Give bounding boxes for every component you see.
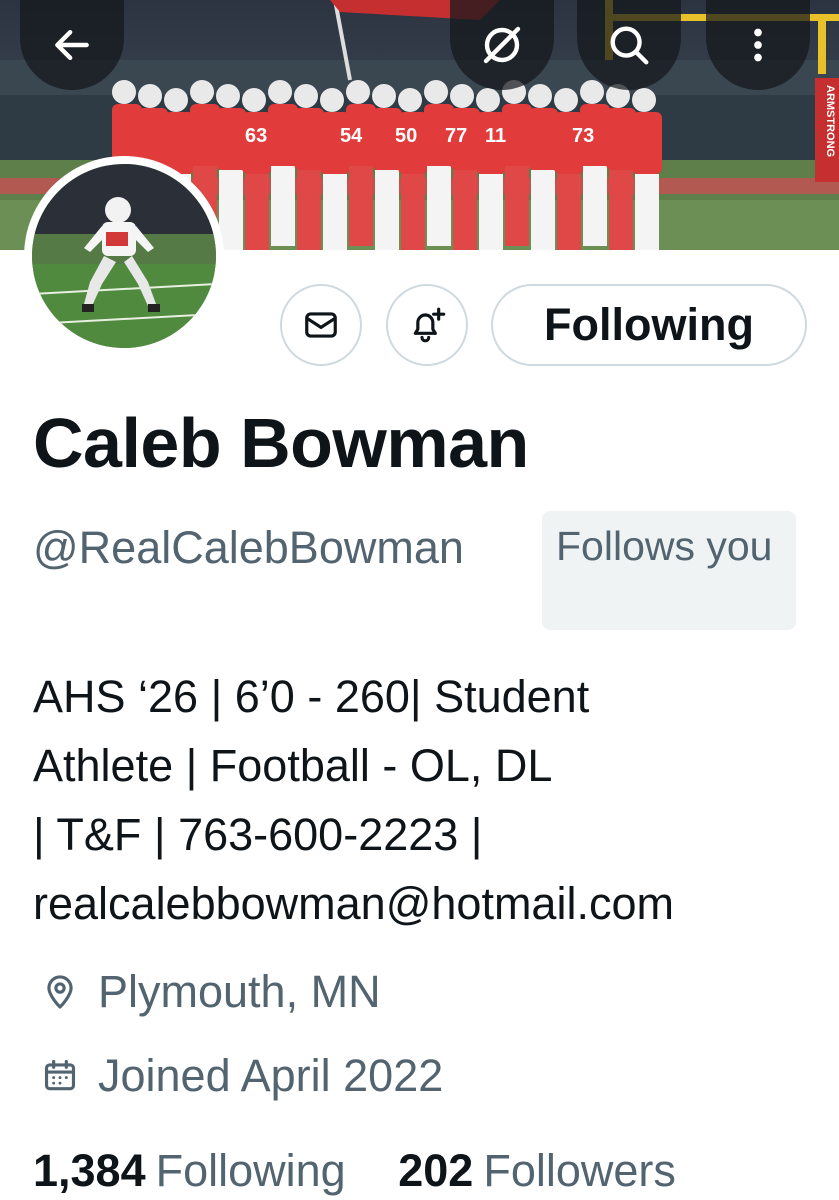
banner-player — [398, 88, 428, 250]
banner-player — [294, 84, 324, 250]
banner-player — [216, 84, 246, 250]
location-text: Plymouth, MN — [98, 966, 381, 1017]
bio: AHS ‘26 | 6’0 - 260| Student Athlete | F… — [33, 662, 823, 938]
banner-player — [320, 88, 350, 250]
bell-plus-icon — [413, 307, 446, 343]
joined-date: Joined April 2022 — [36, 1050, 443, 1102]
banner-player — [372, 84, 402, 250]
handle: @RealCalebBowman — [33, 522, 464, 573]
display-name: Caleb Bowman — [33, 404, 529, 482]
banner-player — [528, 84, 558, 250]
followers-count: 202 — [398, 1145, 474, 1196]
bio-line: Athlete | Football - OL, DL — [33, 740, 553, 791]
location: Plymouth, MN — [36, 966, 381, 1018]
banner-player — [242, 88, 272, 250]
following-button[interactable]: Following — [491, 284, 807, 366]
banner-player — [346, 80, 376, 246]
joined-text: Joined April 2022 — [98, 1050, 444, 1101]
avatar[interactable] — [24, 156, 224, 356]
jersey-number: 50 — [395, 125, 417, 147]
jersey-number: 54 — [340, 125, 363, 147]
banner-player — [450, 84, 480, 250]
followers-stat[interactable]: 202 Followers — [398, 1145, 676, 1196]
banner-player — [554, 88, 584, 250]
stadium-sign-text: ARMSTRONG — [824, 85, 836, 157]
banner-player — [476, 88, 506, 250]
banner-player — [632, 88, 662, 250]
banner-player — [424, 80, 454, 246]
jersey-number: 63 — [245, 125, 267, 147]
follow-stats: 1,384 Following 202 Followers — [33, 1145, 676, 1197]
location-pin-icon — [36, 968, 84, 1016]
envelope-icon — [305, 312, 337, 338]
calendar-icon — [36, 1052, 84, 1100]
following-count: 1,384 — [33, 1145, 146, 1196]
notifications-button[interactable] — [386, 284, 468, 366]
follows-you-badge: Follows you — [542, 511, 796, 630]
message-button[interactable] — [280, 284, 362, 366]
following-stat[interactable]: 1,384 Following — [33, 1145, 358, 1196]
banner-player — [606, 84, 636, 250]
arrow-left-icon — [55, 29, 89, 61]
jersey-number: 73 — [572, 125, 594, 147]
bio-email-link[interactable]: realcalebbowman@hotmail.com — [33, 869, 823, 938]
jersey-number: 11 — [485, 125, 506, 147]
more-vertical-icon — [754, 28, 762, 62]
link-slash-icon — [483, 26, 521, 64]
jersey-number: 77 — [445, 125, 467, 147]
banner-player — [268, 80, 298, 246]
followers-label: Followers — [483, 1145, 676, 1196]
search-icon — [610, 26, 649, 65]
banner-player — [502, 80, 532, 246]
avatar-photo — [32, 164, 216, 348]
bio-line: AHS ‘26 | 6’0 - 260| Student — [33, 671, 590, 722]
following-label: Following — [155, 1145, 346, 1196]
bio-line: | T&F | 763-600-2223 | — [33, 809, 483, 860]
banner-player — [580, 80, 610, 246]
